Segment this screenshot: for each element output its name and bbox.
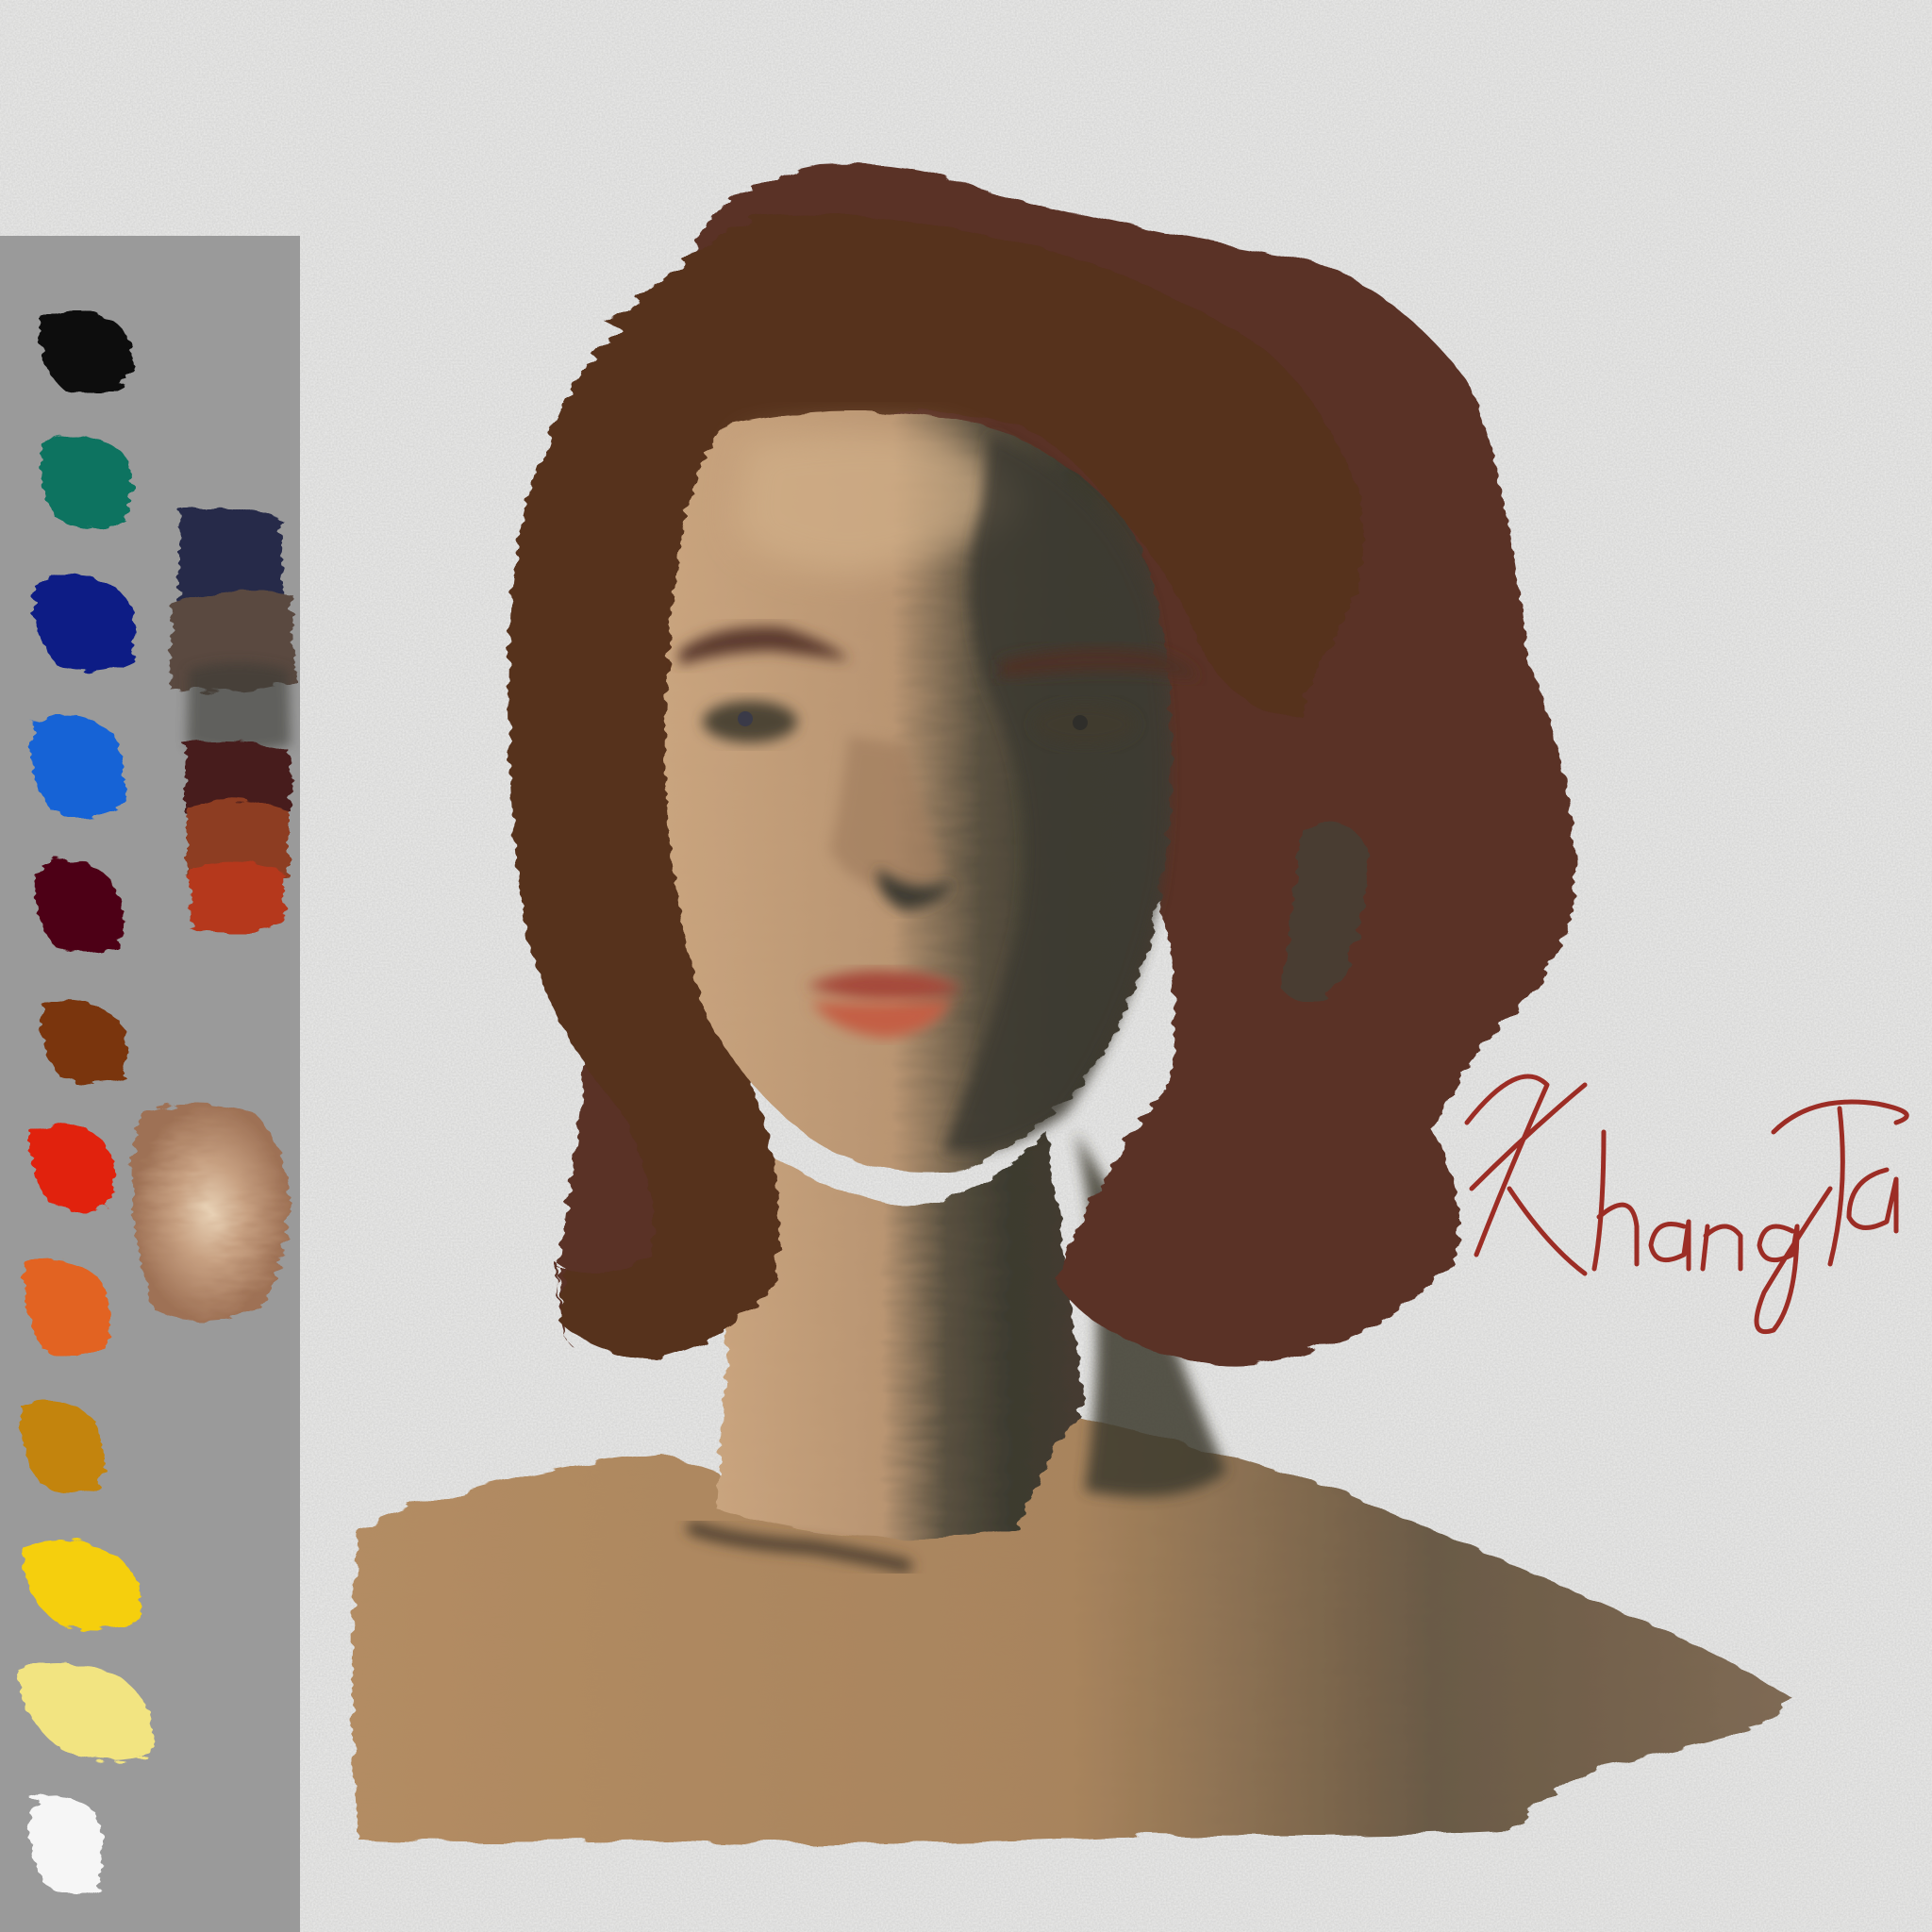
swatch-viridian[interactable] [40,436,133,527]
mix-red[interactable] [189,861,285,933]
swatch-cadmium-red[interactable] [29,1124,115,1211]
palette-swatches [17,309,294,1893]
color-palette-panel [0,236,300,1932]
left-iris [738,711,753,726]
mix-skin-tone[interactable] [132,1104,289,1321]
swatch-cerulean[interactable] [29,715,126,818]
swatch-black[interactable] [39,309,134,394]
swatch-alizarin[interactable] [35,859,123,954]
swatch-cadmium-yellow[interactable] [22,1540,142,1630]
swatch-burnt-sienna[interactable] [40,1000,129,1084]
swatch-cadmium-orange[interactable] [24,1259,111,1357]
swatch-naples-yellow[interactable] [17,1662,153,1761]
mix-dark-green-grey[interactable] [187,662,291,753]
swatch-titanium-white[interactable] [29,1796,105,1893]
painting-canvas [0,0,1932,1932]
right-iris [1073,715,1088,730]
swatch-ultramarine[interactable] [32,574,136,672]
swatch-yellow-ochre[interactable] [20,1401,105,1491]
